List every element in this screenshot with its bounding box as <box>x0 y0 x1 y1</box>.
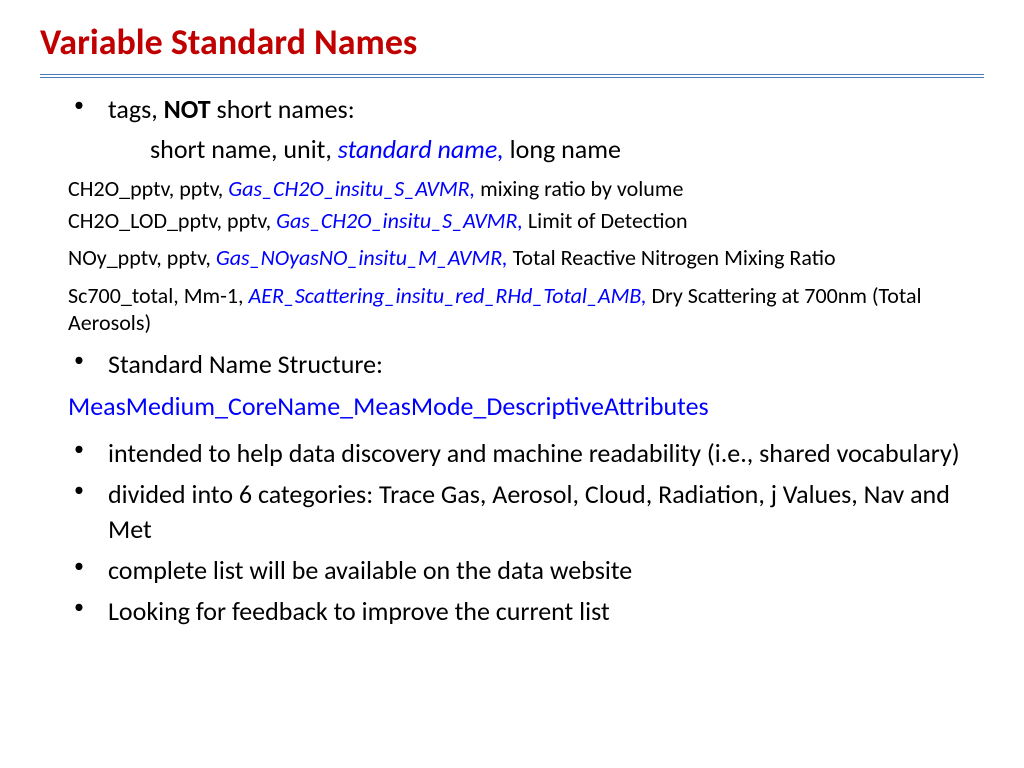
text-blue-italic: Gas_CH2O_insitu_S_AVMR, <box>276 207 523 234</box>
text-bold: NOT <box>164 93 211 125</box>
text-blue-italic: Gas_CH2O_insitu_S_AVMR, <box>228 175 475 202</box>
text: CH2O_pptv, pptv, <box>68 175 228 202</box>
bullet-categories: divided into 6 categories: Trace Gas, Ae… <box>70 477 984 547</box>
text: NOy_pptv, pptv, <box>68 244 216 271</box>
text: Total Reactive Nitrogen Mixing Ratio <box>508 244 836 271</box>
bullet-structure: Standard Name Structure: <box>70 347 984 382</box>
text-blue-italic: Gas_NOyasNO_insitu_M_AVMR, <box>216 244 508 271</box>
structure-format: MeasMedium_CoreName_MeasMode_Descriptive… <box>68 390 984 422</box>
example-ch2o-lod: CH2O_LOD_pptv, pptv, Gas_CH2O_insitu_S_A… <box>68 207 984 235</box>
example-noy: NOy_pptv, pptv, Gas_NOyasNO_insitu_M_AVM… <box>68 244 984 272</box>
bullet-intended: intended to help data discovery and mach… <box>70 436 984 471</box>
bullet-complete-list: complete list will be available on the d… <box>70 553 984 588</box>
title-divider <box>40 74 984 78</box>
indent-line-format: short name, unit, standard name, long na… <box>150 133 984 165</box>
bullet-tags: tags, NOT short names: <box>70 92 984 127</box>
example-ch2o: CH2O_pptv, pptv, Gas_CH2O_insitu_S_AVMR,… <box>68 175 984 203</box>
slide: Variable Standard Names tags, NOT short … <box>0 0 1024 655</box>
text: short name, unit, <box>150 133 338 165</box>
text: long name <box>504 133 621 165</box>
text: Limit of Detection <box>523 207 688 234</box>
slide-title: Variable Standard Names <box>40 20 984 64</box>
text: mixing ratio by volume <box>475 175 683 202</box>
text-blue-italic: AER_Scattering_insitu_red_RHd_Total_AMB, <box>248 282 646 309</box>
text: short names: <box>211 93 355 125</box>
text: CH2O_LOD_pptv, pptv, <box>68 207 276 234</box>
example-sc700: Sc700_total, Mm-1, AER_Scattering_insitu… <box>68 282 984 337</box>
text: tags, <box>108 93 164 125</box>
bullet-feedback: Looking for feedback to improve the curr… <box>70 594 984 629</box>
text: Sc700_total, Mm-1, <box>68 282 248 309</box>
text-blue-italic: standard name, <box>338 133 504 165</box>
